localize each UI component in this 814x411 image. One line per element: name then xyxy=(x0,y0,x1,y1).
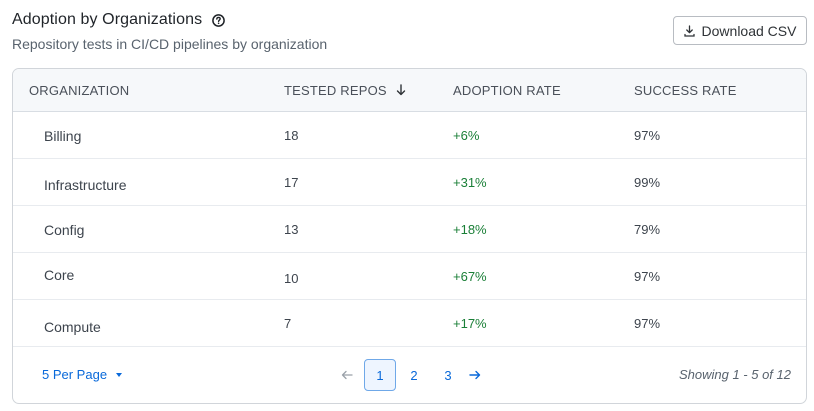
success-rate-cell: 97% xyxy=(634,128,661,143)
adoption-rate-cell: +6% xyxy=(453,128,480,143)
tested-repos-cell: 17 xyxy=(284,175,299,190)
caret-down-icon xyxy=(116,373,123,377)
success-rate-cell: 79% xyxy=(634,222,661,237)
adoption-rate-cell: +17% xyxy=(453,316,487,331)
adoption-rate-cell: +31% xyxy=(453,175,487,190)
column-header-success-rate[interactable]: SUCCESS RATE xyxy=(634,83,737,98)
arrow-left-icon[interactable] xyxy=(337,359,357,391)
success-rate-cell: 99% xyxy=(634,175,661,190)
tested-repos-cell: 18 xyxy=(284,128,299,143)
tested-repos-cell: 7 xyxy=(284,316,292,331)
organization-cell: Compute xyxy=(44,318,101,335)
adoption-rate-cell: +67% xyxy=(453,269,487,284)
success-rate-cell: 97% xyxy=(634,269,661,284)
organization-cell: Config xyxy=(44,221,85,238)
showing-count: Showing 1 - 5 of 12 xyxy=(678,367,791,382)
adoption-rate-cell: +18% xyxy=(453,222,487,237)
table-row[interactable]: Billing 18 +6% 97% xyxy=(13,112,806,159)
success-rate-cell: 97% xyxy=(634,316,661,331)
pagination: 1 2 3 xyxy=(337,359,485,391)
column-header-adoption-rate[interactable]: ADOPTION RATE xyxy=(453,83,561,98)
table-row[interactable]: Infrastructure 17 +31% 99% xyxy=(13,159,806,206)
per-page-select[interactable]: 5 Per Page xyxy=(42,367,123,382)
per-page-label: 5 Per Page xyxy=(42,367,108,382)
page-button-2[interactable]: 2 xyxy=(398,359,430,391)
tested-repos-cell: 13 xyxy=(284,222,299,237)
page-button-1[interactable]: 1 xyxy=(364,359,396,391)
download-csv-label: Download CSV xyxy=(701,22,797,39)
widget-title: Adoption by Organizations xyxy=(12,11,203,28)
arrow-right-icon[interactable] xyxy=(465,359,485,391)
column-header-organization[interactable]: ORGANIZATION xyxy=(29,83,129,98)
tested-repos-cell: 10 xyxy=(284,271,299,286)
column-header-tested-repos[interactable]: TESTED REPOS xyxy=(284,83,406,98)
widget-header: Adoption by Organizations Repository tes… xyxy=(12,10,808,60)
download-icon xyxy=(683,24,695,37)
table-footer: 5 Per Page 1 2 3 Showing 1 - 5 of 12 xyxy=(13,347,806,403)
organization-cell: Core xyxy=(44,266,75,283)
table-row[interactable]: Core 10 +67% 97% xyxy=(13,253,806,300)
table-row[interactable]: Config 13 +18% 79% xyxy=(13,206,806,253)
organizations-table: ORGANIZATION TESTED REPOS ADOPTION RATE … xyxy=(12,68,807,404)
download-csv-button[interactable]: Download CSV xyxy=(673,16,807,45)
organization-cell: Infrastructure xyxy=(44,176,127,193)
table-header: ORGANIZATION TESTED REPOS ADOPTION RATE … xyxy=(13,69,806,112)
question-circle-icon[interactable] xyxy=(212,13,226,27)
table-row[interactable]: Compute 7 +17% 97% xyxy=(13,300,806,347)
arrow-down-icon xyxy=(396,84,406,96)
page-button-3[interactable]: 3 xyxy=(432,359,464,391)
organization-cell: Billing xyxy=(44,127,82,144)
column-header-label: TESTED REPOS xyxy=(284,82,387,98)
